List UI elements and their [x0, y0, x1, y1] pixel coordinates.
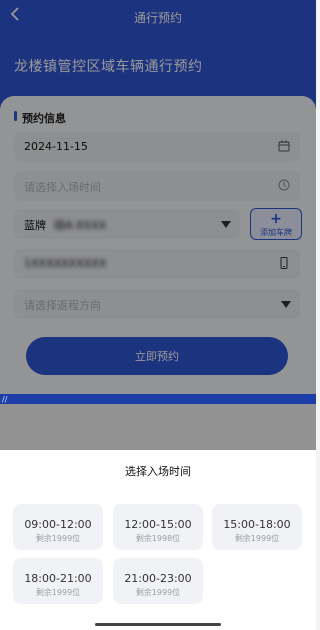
slot-time: 18:00-21:00 [24, 572, 92, 585]
slot-remaining: 剩余1998位 [135, 534, 181, 543]
time-slot[interactable]: 12:00-15:00 剩余1998位 [113, 504, 203, 550]
modal-overlay[interactable]: // [0, 0, 316, 450]
slot-time: 12:00-15:00 [124, 518, 192, 531]
home-indicator [95, 623, 221, 626]
slash-marker: // [2, 395, 8, 404]
slot-remaining: 剩余1999位 [135, 588, 181, 597]
slot-time: 15:00-18:00 [223, 518, 291, 531]
time-slot[interactable]: 21:00-23:00 剩余1999位 [113, 558, 203, 604]
slot-remaining: 剩余1999位 [234, 534, 280, 543]
time-slot[interactable]: 09:00-12:00 剩余1999位 [13, 504, 103, 550]
blue-strip [0, 394, 316, 404]
slot-time: 21:00-23:00 [124, 572, 192, 585]
slot-time: 09:00-12:00 [24, 518, 92, 531]
slot-remaining: 剩余1999位 [35, 588, 81, 597]
sheet-title: 选择入场时间 [125, 465, 191, 478]
time-slot[interactable]: 18:00-21:00 剩余1999位 [13, 558, 103, 604]
time-slot-sheet: 选择入场时间 09:00-12:00 剩余1999位 12:00-15:00 剩… [0, 450, 316, 630]
slot-remaining: 剩余1999位 [35, 534, 81, 543]
time-slot[interactable]: 15:00-18:00 剩余1999位 [212, 504, 302, 550]
